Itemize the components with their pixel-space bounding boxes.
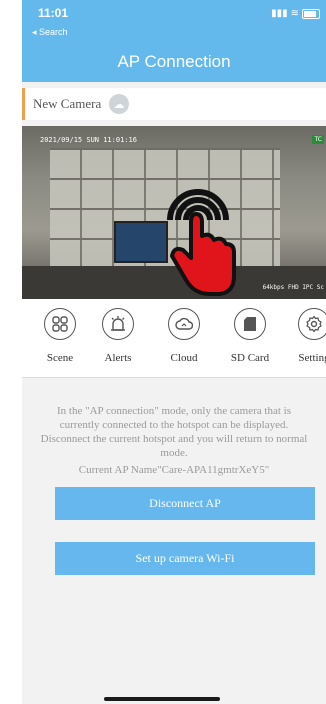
current-ap-name: Current AP Name"Care-APA11gmtrXeY5" [78,464,270,476]
camera-name: New Camera [33,96,102,111]
page-title: AP Connection [117,52,231,71]
tool-label: Setting [298,352,326,364]
home-indicator[interactable] [104,697,220,701]
tool-sd-card[interactable]: SD Card [220,308,280,364]
disconnect-ap-button[interactable]: Disconnect AP [55,487,315,520]
tap-hand-icon [167,189,236,296]
tool-label: Alerts [104,352,132,364]
tool-scene[interactable]: Scene [30,308,90,364]
video-timestamp: 2021/09/15 SUN 11:01:16 [40,136,137,144]
tool-label: Cloud [170,352,198,364]
video-bitrate: 64kbps FHD IPC Sc [262,284,324,291]
ap-mode-info: In the "AP connection" mode, only the ca… [22,404,326,460]
battery-icon [302,8,320,19]
tool-label: SD Card [230,352,270,364]
camera-bar[interactable]: New Camera ☁ [22,88,326,120]
cloud-icon [168,308,200,340]
scene-icon [44,308,76,340]
status-time: 11:01 [38,6,69,20]
info-line: Disconnect the current hotspot and you w… [40,433,308,445]
tool-setting[interactable]: Setting [284,308,326,364]
wifi-icon: ≋ [290,8,299,19]
status-icons: ▮▮▮ ≋ [271,8,320,19]
cloud-status-icon: ☁ [109,94,129,114]
tool-label: Scene [46,352,74,364]
app-screen: 11:01 ◂ Search ▮▮▮ ≋ AP Connection New C… [22,0,326,704]
info-line: In the "AP connection" mode, only the ca… [56,405,291,417]
alarm-icon [102,308,134,340]
camera-live-view[interactable]: 2021/09/15 SUN 11:01:16 TC 64kbps FHD IP… [22,126,326,299]
back-to-search-link[interactable]: ◂ Search [32,27,68,38]
info-line: mode. [160,447,188,459]
gear-icon [298,308,326,340]
setup-wifi-button[interactable]: Set up camera Wi-Fi [55,542,315,575]
feature-toolbar: Scene Alerts Cloud SD Card Setting [22,299,326,378]
tool-cloud[interactable]: Cloud [154,308,214,364]
header: 11:01 ◂ Search ▮▮▮ ≋ AP Connection [22,0,326,82]
signal-icon: ▮▮▮ [271,8,288,19]
info-line: currently connected to the hotspot can b… [59,419,289,431]
video-tag: TC [312,135,324,144]
sd-card-icon [234,308,266,340]
tool-alerts[interactable]: Alerts [88,308,148,364]
